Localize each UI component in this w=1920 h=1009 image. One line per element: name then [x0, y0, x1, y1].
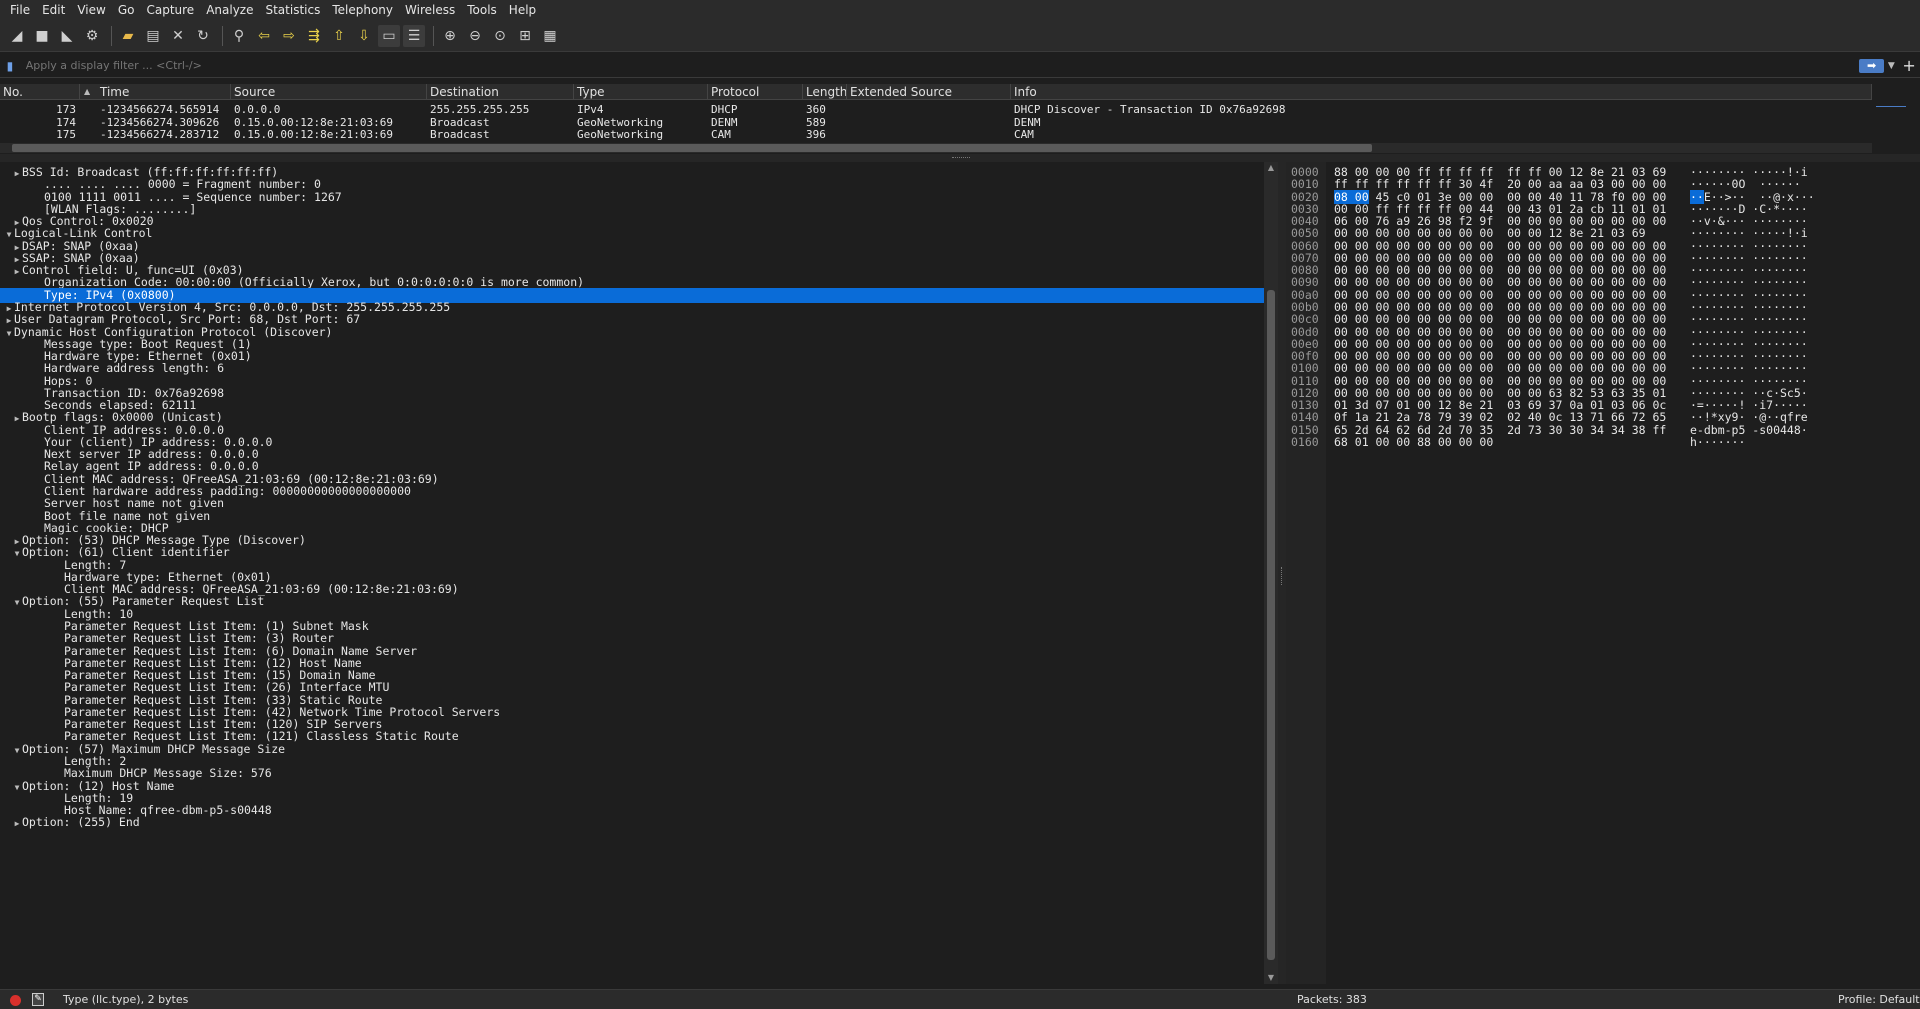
toolbar-separator — [433, 25, 434, 46]
capture-options-icon[interactable]: ⚙ — [81, 25, 103, 47]
collapsed-arrow-icon[interactable]: ▶ — [12, 816, 22, 831]
open-file-icon[interactable]: ▰ — [117, 25, 139, 47]
go-to-packet-icon[interactable]: ⇶ — [303, 25, 325, 47]
packet-cell-time: -1234566274.283712 — [100, 128, 220, 141]
hex-bytes[interactable]: 68 01 00 00 88 00 00 00 — [1334, 435, 1493, 450]
packet-cell-info: CAM — [1014, 128, 1034, 141]
packet-cell-length: 396 — [806, 128, 826, 141]
ascii-bytes[interactable]: h······· — [1690, 435, 1745, 450]
close-file-icon[interactable]: ✕ — [167, 25, 189, 47]
column-length[interactable]: Length — [803, 84, 847, 100]
packet-cell-protocol: CAM — [711, 128, 731, 141]
menu-help[interactable]: Help — [503, 0, 542, 20]
column-source[interactable]: Source — [231, 84, 427, 100]
scroll-up-icon[interactable]: ▲ — [1264, 162, 1278, 174]
start-capture-icon[interactable]: ◢ — [6, 25, 28, 47]
packet-cell-source: 0.15.0.00:12:8e:21:03:69 — [234, 128, 393, 141]
column-time[interactable]: Time — [97, 84, 231, 100]
column-protocol[interactable]: Protocol — [708, 84, 803, 100]
zoom-out-icon[interactable]: ⊖ — [464, 25, 486, 47]
packet-cell-ext-source — [847, 127, 1011, 142]
bookmark-icon[interactable]: ▮ — [0, 59, 20, 73]
menu-telephony[interactable]: Telephony — [326, 0, 399, 20]
capture-comment-icon[interactable]: ✎ — [32, 993, 44, 1006]
column-info[interactable]: Info — [1011, 84, 1872, 100]
details-vscrollbar[interactable]: ▲ ▼ — [1264, 162, 1278, 984]
zoom-normal-icon[interactable]: ⊙ — [489, 25, 511, 47]
bytes-row[interactable]: 0160 68 01 00 00 88 00 00 00 h······· — [1286, 435, 1920, 450]
packet-list-hscrollbar[interactable] — [0, 143, 1872, 153]
filter-history-dropdown-icon[interactable]: ▼ — [1884, 61, 1898, 71]
display-filter-bar: ▮ ➡ ▼ + — [0, 54, 1920, 78]
profile-selector[interactable]: Profile: Default — [1838, 993, 1920, 1006]
packet-cell-destination: Broadcast — [430, 128, 490, 141]
toolbar-separator — [111, 25, 112, 46]
main-toolbar: ◢ ■ ◣ ⚙ ▰ ▤ ✕ ↻ ⚲ ⇦ ⇨ ⇶ ⇧ ⇩ ▭ ☰ ⊕ ⊖ ⊙ ⊞ … — [0, 20, 1920, 52]
tree-item[interactable]: ▶ Option: (255) End — [0, 815, 1264, 830]
stop-capture-icon[interactable]: ■ — [31, 25, 53, 47]
colorize-icon[interactable]: ☰ — [403, 24, 425, 47]
splitter-grip — [952, 157, 970, 159]
pane-splitter-vertical[interactable] — [1278, 162, 1286, 984]
go-first-icon[interactable]: ⇧ — [328, 25, 350, 47]
sort-ascending-icon: ▲ — [84, 87, 91, 96]
display-filter-input[interactable] — [19, 55, 1835, 76]
minimap-position — [1876, 106, 1906, 107]
packet-row[interactable]: 175 -1234566274.283712 0.15.0.00:12:8e:21:… — [0, 127, 1872, 142]
selected-field-info: Type (llc.type), 2 bytes — [63, 993, 189, 1006]
menu-file[interactable]: File — [4, 0, 36, 20]
layout-icon[interactable]: ▦ — [539, 25, 561, 47]
menu-tools[interactable]: Tools — [461, 0, 503, 20]
packet-bytes-pane: 0000 88 00 00 00 ff ff ff ff ff ff 00 12 … — [1286, 162, 1920, 984]
packet-list-header: No. Time Source Destination Type Protoco… — [0, 84, 1872, 100]
zoom-in-icon[interactable]: ⊕ — [439, 25, 461, 47]
add-filter-button-icon[interactable]: + — [1898, 56, 1920, 75]
packet-count: Packets: 383 — [1297, 993, 1367, 1006]
column-type[interactable]: Type — [574, 84, 708, 100]
menu-view[interactable]: View — [71, 0, 111, 20]
packet-cell-type: GeoNetworking — [577, 128, 664, 141]
menu-capture[interactable]: Capture — [140, 0, 200, 20]
menu-go[interactable]: Go — [112, 0, 141, 20]
save-file-icon[interactable]: ▤ — [142, 25, 164, 47]
reload-file-icon[interactable]: ↻ — [192, 25, 214, 47]
splitter-grip — [1281, 567, 1283, 585]
menu-statistics[interactable]: Statistics — [259, 0, 326, 20]
packet-list-minimap[interactable] — [1874, 100, 1920, 143]
byte-offset: 0160 — [1291, 434, 1319, 449]
restart-capture-icon[interactable]: ◣ — [56, 25, 78, 47]
menu-bar: File Edit View Go Capture Analyze Statistics Te… — [0, 0, 1920, 20]
menu-wireless[interactable]: Wireless — [399, 0, 461, 20]
go-forward-icon[interactable]: ⇨ — [278, 25, 300, 47]
tree-item-label: Option: (255) End — [22, 815, 140, 830]
menu-analyze[interactable]: Analyze — [200, 0, 259, 20]
packet-list: No. Time Source Destination Type Protoco… — [0, 82, 1920, 154]
expert-info-icon[interactable] — [10, 995, 21, 1006]
apply-filter-arrow-icon[interactable]: ➡ — [1858, 58, 1885, 73]
packet-details-tree: ▶ BSS Id: Broadcast (ff:ff:ff:ff:ff:ff)..… — [0, 162, 1264, 984]
menu-edit[interactable]: Edit — [36, 0, 71, 20]
scroll-thumb[interactable] — [1267, 290, 1275, 960]
autoscroll-icon[interactable]: ▭ — [378, 24, 400, 47]
status-bar: ✎ Type (llc.type), 2 bytes Packets: 383 … — [0, 989, 1920, 1009]
column-no[interactable]: No. — [0, 84, 80, 100]
scroll-thumb[interactable] — [12, 144, 1372, 152]
find-packet-icon[interactable]: ⚲ — [228, 25, 250, 47]
go-last-icon[interactable]: ⇩ — [353, 25, 375, 47]
column-extended-source[interactable]: Extended Source — [847, 84, 1011, 100]
resize-columns-icon[interactable]: ⊞ — [514, 25, 536, 47]
packet-cell-no: 175 — [56, 128, 76, 141]
column-destination[interactable]: Destination — [427, 84, 574, 100]
scroll-down-icon[interactable]: ▼ — [1264, 972, 1278, 984]
toolbar-separator — [222, 25, 223, 46]
go-back-icon[interactable]: ⇦ — [253, 25, 275, 47]
pane-splitter[interactable] — [0, 154, 1920, 162]
